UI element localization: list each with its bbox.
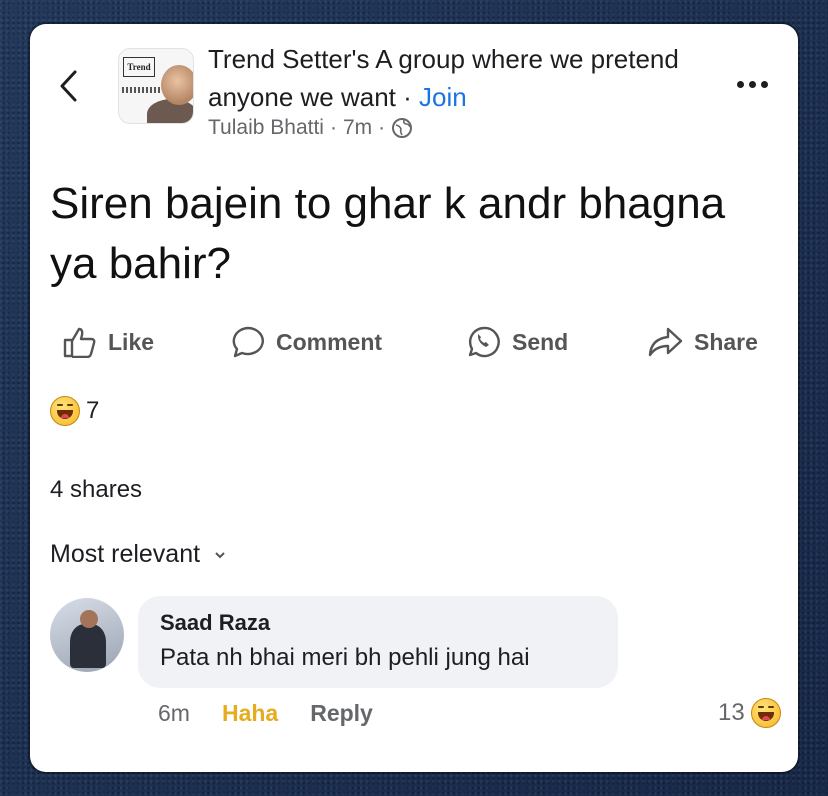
meta-separator: · — [329, 116, 337, 139]
group-avatar[interactable]: Trend — [118, 48, 194, 124]
title-separator: · — [403, 82, 412, 112]
commenter-name[interactable]: Saad Raza — [160, 610, 270, 636]
more-options-button[interactable] — [730, 72, 774, 96]
comment-bubble: Saad Raza Pata nh bhai meri bh pehli jun… — [138, 596, 618, 688]
comment-reaction-button[interactable]: Haha — [222, 700, 278, 727]
chevron-left-icon — [60, 70, 77, 102]
reaction-summary[interactable]: 7 — [50, 396, 99, 426]
comment-reaction-count: 13 — [718, 699, 745, 726]
comment-label: Comment — [276, 328, 383, 355]
join-button[interactable]: Join — [419, 82, 467, 112]
group-logo: Trend — [123, 57, 155, 77]
post-meta: Tulaib Bhatti · 7m · — [208, 116, 413, 140]
sort-label: Most relevant — [50, 540, 201, 568]
thumbs-up-icon — [63, 327, 96, 358]
action-bar: Like Comment Send Share — [30, 320, 798, 364]
comment-reply-button[interactable]: Reply — [310, 700, 373, 727]
comment-icon — [232, 326, 264, 358]
post-time[interactable]: 7m — [343, 116, 372, 140]
meta-dot: · — [378, 116, 386, 139]
haha-emoji-icon — [750, 698, 781, 728]
more-dot — [748, 80, 756, 88]
shares-count[interactable]: 4 shares — [50, 476, 142, 504]
share-arrow-icon — [648, 327, 683, 357]
whatsapp-icon — [468, 326, 500, 358]
group-title-block: Trend Setter's A group where we pretend … — [208, 40, 688, 116]
commenter-avatar[interactable] — [50, 598, 124, 672]
more-dot — [760, 80, 768, 88]
avatar-face — [161, 65, 193, 105]
send-label: Send — [512, 328, 569, 355]
like-label: Like — [108, 328, 155, 355]
like-button[interactable]: Like — [62, 320, 154, 364]
haha-emoji-icon — [50, 396, 80, 426]
avatar-head — [80, 610, 98, 628]
chevron-down-icon — [215, 551, 225, 558]
share-label: Share — [694, 328, 758, 355]
reaction-count: 7 — [86, 397, 100, 424]
post-text: Siren bajein to ghar k andr bhagna ya ba… — [50, 179, 726, 288]
comment-button[interactable]: Comment — [230, 320, 382, 364]
comment-reaction-summary[interactable]: 13 — [718, 698, 781, 728]
share-button[interactable]: Share — [646, 320, 758, 364]
comment-actions: 6m Haha Reply — [158, 700, 373, 727]
comment-text: Pata nh bhai meri bh pehli jung hai — [160, 644, 530, 671]
comment-time[interactable]: 6m — [158, 700, 190, 727]
group-logo-tagline — [122, 87, 162, 93]
send-button[interactable]: Send — [466, 320, 568, 364]
avatar-body — [70, 624, 106, 668]
back-button[interactable] — [54, 68, 84, 104]
author-name[interactable]: Tulaib Bhatti — [208, 116, 324, 140]
more-dot — [736, 80, 744, 88]
comment-sort-dropdown[interactable]: Most relevant — [50, 540, 226, 569]
globe-icon — [392, 118, 413, 138]
post-card: Trend Trend Setter's A group where we pr… — [30, 24, 798, 772]
